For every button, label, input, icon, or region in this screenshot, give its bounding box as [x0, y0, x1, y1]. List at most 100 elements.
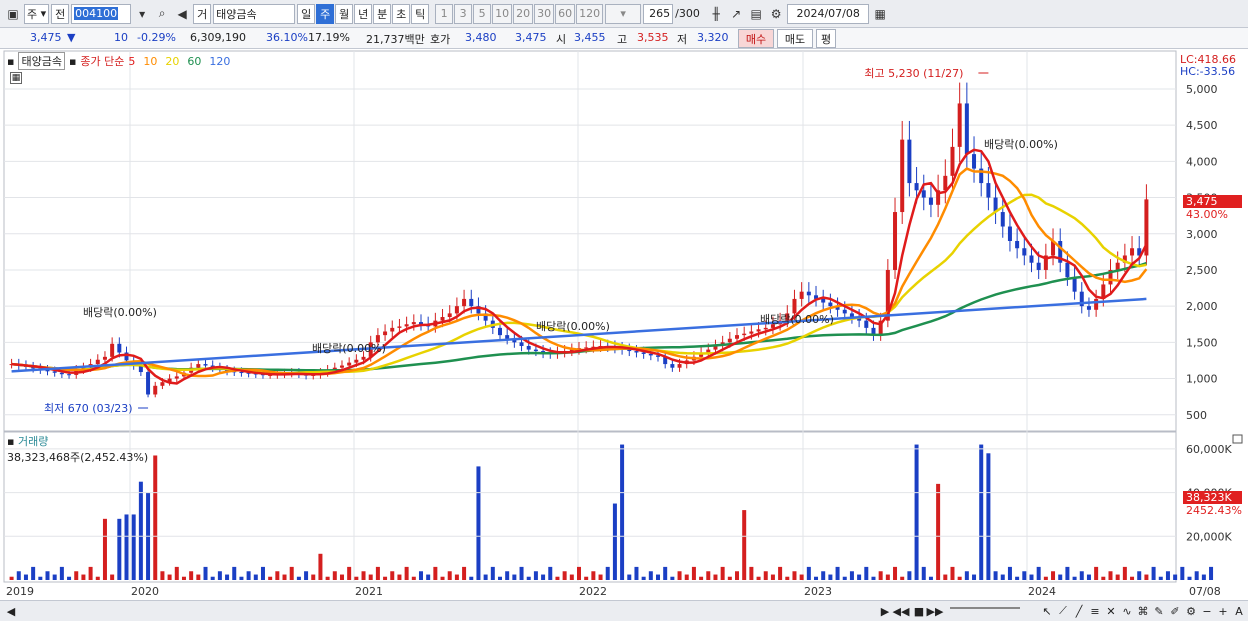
volume-bar	[282, 574, 287, 580]
stock-name-field[interactable]: 태양금속	[213, 3, 296, 24]
interval-tab-1[interactable]: 1	[435, 3, 454, 24]
speaker-icon[interactable]: ◀	[173, 4, 191, 24]
font-icon[interactable]: A	[1232, 603, 1246, 619]
dropdown-icon[interactable]: ▾	[133, 4, 151, 24]
volume-bar	[914, 444, 919, 580]
high-annotation: 최고 5,230 (11/27)	[864, 67, 963, 80]
type-select[interactable]: 주 ▾	[24, 3, 50, 24]
volume-bar	[1201, 574, 1206, 580]
period-tab-3[interactable]: 년	[354, 3, 373, 24]
volume-bar	[260, 566, 265, 580]
edit-icon[interactable]: ✐	[1168, 603, 1182, 619]
period-tab-6[interactable]: 틱	[411, 3, 430, 24]
count-input[interactable]: 265	[643, 3, 674, 24]
link-icon[interactable]: ⌘	[1136, 603, 1150, 619]
candle-body	[964, 103, 969, 155]
interval-select[interactable]: ▾	[605, 3, 642, 24]
minus-icon[interactable]: −	[1200, 603, 1214, 619]
interval-tab-30[interactable]: 30	[534, 3, 555, 24]
interval-tab-3[interactable]: 3	[454, 3, 473, 24]
search-icon[interactable]: ⌕	[153, 4, 171, 24]
prev-button[interactable]: 전	[51, 3, 70, 24]
rewind-icon[interactable]: ◀◀	[893, 603, 910, 619]
buy-button[interactable]: 매수	[738, 29, 774, 48]
wave-icon[interactable]: ∿	[1120, 603, 1134, 619]
candle-body	[462, 298, 467, 307]
interval-tab-20[interactable]: 20	[513, 3, 534, 24]
date-input[interactable]: 2024/07/08	[787, 3, 870, 24]
save-icon[interactable]: ▤	[747, 4, 765, 24]
settings-icon[interactable]: ⚙	[1184, 603, 1198, 619]
volume-bar	[131, 514, 136, 580]
cross-icon[interactable]: ✕	[1104, 603, 1118, 619]
close-panel-icon[interactable]	[1232, 434, 1243, 444]
volume-bar	[871, 576, 876, 580]
plus-icon[interactable]: +	[1216, 603, 1230, 619]
candle-body	[383, 331, 388, 336]
interval-tab-60[interactable]: 60	[555, 3, 576, 24]
price-tick: 4,500	[1186, 119, 1218, 132]
price-tick: 2,000	[1186, 300, 1218, 313]
candle-body	[842, 309, 847, 314]
volume-bar	[239, 576, 244, 580]
period-tab-2[interactable]: 월	[335, 3, 354, 24]
scroll-right-icon[interactable]: ▶	[878, 603, 892, 619]
volume-bar	[742, 510, 747, 580]
volume-bar	[656, 574, 661, 580]
dividend-annotation: 배당락(0.00%)	[984, 138, 1058, 151]
gear-icon[interactable]: ⚙	[767, 4, 785, 24]
volume-bar	[1194, 571, 1199, 580]
turnover-ratio: 17.19%	[308, 31, 350, 44]
interval-tab-5[interactable]: 5	[473, 3, 492, 24]
trend-line-icon[interactable]: ╱	[1072, 603, 1086, 619]
period-tab-1[interactable]: 주	[316, 3, 335, 24]
eval-button[interactable]: 평	[816, 29, 836, 48]
legend-stock-name[interactable]: 태양금속	[18, 52, 65, 70]
candle-body	[110, 343, 115, 357]
volume-bar	[921, 566, 926, 580]
fib-icon[interactable]: ≡	[1088, 603, 1102, 619]
volume-bar	[160, 571, 165, 580]
calendar-icon[interactable]: ▦	[871, 4, 889, 24]
market-button[interactable]: 거	[193, 3, 212, 24]
draw-tool-icon[interactable]: ↗	[727, 4, 745, 24]
toolbar: ▣ 주 ▾ 전 004100 ▾ ⌕ ◀ 거 태양금속 일주월년분초틱 1351…	[0, 0, 1248, 28]
candle-body	[390, 327, 395, 332]
volume-bar	[928, 576, 933, 580]
stock-code-input[interactable]: 004100	[71, 3, 132, 24]
candle-body	[742, 333, 747, 336]
candle-body	[670, 364, 675, 368]
volume-bar	[45, 571, 50, 580]
period-tab-0[interactable]: 일	[297, 3, 316, 24]
volume-bar	[584, 576, 589, 580]
interval-tab-120[interactable]: 120	[576, 3, 604, 24]
draw-line-icon[interactable]: ⟋	[1056, 603, 1070, 619]
volume-bar	[627, 574, 632, 580]
volume-bar	[354, 576, 359, 580]
candle-body	[67, 374, 72, 376]
stop-icon[interactable]: ■	[912, 603, 926, 619]
scroll-left-icon[interactable]: ◀	[4, 603, 18, 619]
volume-bar	[821, 571, 826, 580]
volume-bar	[225, 574, 230, 580]
grid-table-icon[interactable]: ▦	[10, 72, 22, 84]
volume-bar	[1130, 576, 1135, 580]
volume-bar	[203, 566, 208, 580]
period-tab-5[interactable]: 초	[392, 3, 411, 24]
candle-icon[interactable]: ╫	[707, 4, 725, 24]
sell-button[interactable]: 매도	[777, 29, 813, 48]
cursor-icon[interactable]: ↖	[1040, 603, 1054, 619]
volume-tag-value: 38,323K	[1186, 491, 1232, 504]
price-chart[interactable]: 최고 5,230 (11/27) 최저 670 (03/23) 배당락(0.00%)…	[0, 50, 1248, 600]
volume-bar	[454, 574, 459, 580]
forward-icon[interactable]: ▶▶	[927, 603, 944, 619]
volume-bar	[986, 453, 991, 580]
zoom-slider[interactable]	[950, 607, 1020, 615]
brush-icon[interactable]: ✎	[1152, 603, 1166, 619]
scroll-bar[interactable]: ◀ ▶ ◀◀ ■ ▶▶ ↖ ⟋ ╱ ≡ ✕ ∿ ⌘ ✎ ✐ ⚙ − + A	[0, 600, 1248, 621]
volume-bar	[684, 574, 689, 580]
volume-bar	[634, 566, 639, 580]
window-icon[interactable]: ▣	[4, 4, 22, 24]
period-tab-4[interactable]: 분	[373, 3, 392, 24]
interval-tab-10[interactable]: 10	[492, 3, 513, 24]
